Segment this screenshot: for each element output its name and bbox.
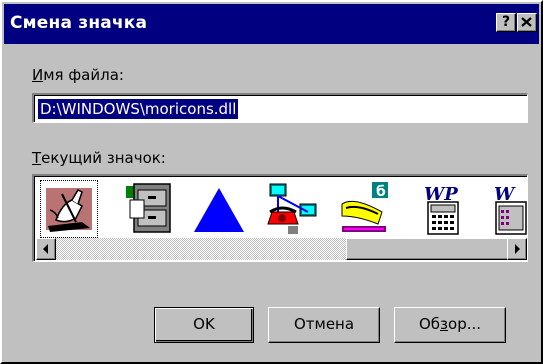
- scroll-right-button[interactable]: [507, 238, 527, 260]
- wordperfect-partial-icon[interactable]: W: [492, 182, 527, 236]
- wordperfect-calculator-icon[interactable]: WP: [416, 182, 470, 236]
- file-cabinet-icon[interactable]: [122, 182, 176, 236]
- file-name-label-accel: И: [32, 66, 44, 84]
- browse-label-post: ор...: [448, 315, 482, 333]
- browse-label-pre: Об: [418, 315, 441, 333]
- horizontal-scrollbar[interactable]: [36, 238, 527, 260]
- cancel-button[interactable]: Отмена: [268, 307, 380, 343]
- help-button[interactable]: ?: [496, 13, 516, 32]
- current-icon-label: Текущий значок:: [32, 149, 166, 167]
- file-name-label-rest: мя файла:: [43, 66, 124, 84]
- telephone-network-icon[interactable]: [264, 182, 318, 236]
- file-name-value: D:\WINDOWS\moricons.dll: [38, 99, 239, 119]
- blue-triangle-icon[interactable]: [192, 182, 246, 236]
- current-icon-label-rest: екущий значок:: [41, 149, 166, 167]
- icon-list[interactable]: б WP W: [32, 174, 528, 262]
- close-button[interactable]: [517, 13, 537, 32]
- browse-label-accel: з: [440, 315, 449, 333]
- browse-button[interactable]: Обзор...: [394, 307, 506, 343]
- close-icon: [521, 17, 532, 27]
- hand-writing-icon[interactable]: [40, 180, 98, 238]
- dialog-title: Смена значка: [10, 13, 148, 33]
- arrow-left-icon: [43, 244, 48, 254]
- change-icon-dialog: Смена значка ? Имя файла: D:\WINDOWS\mor…: [0, 0, 543, 364]
- svg-text:б: б: [376, 184, 386, 200]
- file-name-label: Имя файла:: [32, 66, 124, 84]
- scroll-thumb[interactable]: [346, 238, 526, 260]
- fax-icon[interactable]: б: [338, 182, 392, 236]
- current-icon-label-accel: Т: [32, 149, 42, 167]
- title-bar: Смена значка ?: [4, 4, 539, 44]
- scroll-left-button[interactable]: [36, 238, 56, 260]
- arrow-right-icon: [515, 244, 520, 254]
- ok-button[interactable]: OK: [154, 307, 254, 343]
- file-name-input[interactable]: D:\WINDOWS\moricons.dll: [32, 93, 528, 123]
